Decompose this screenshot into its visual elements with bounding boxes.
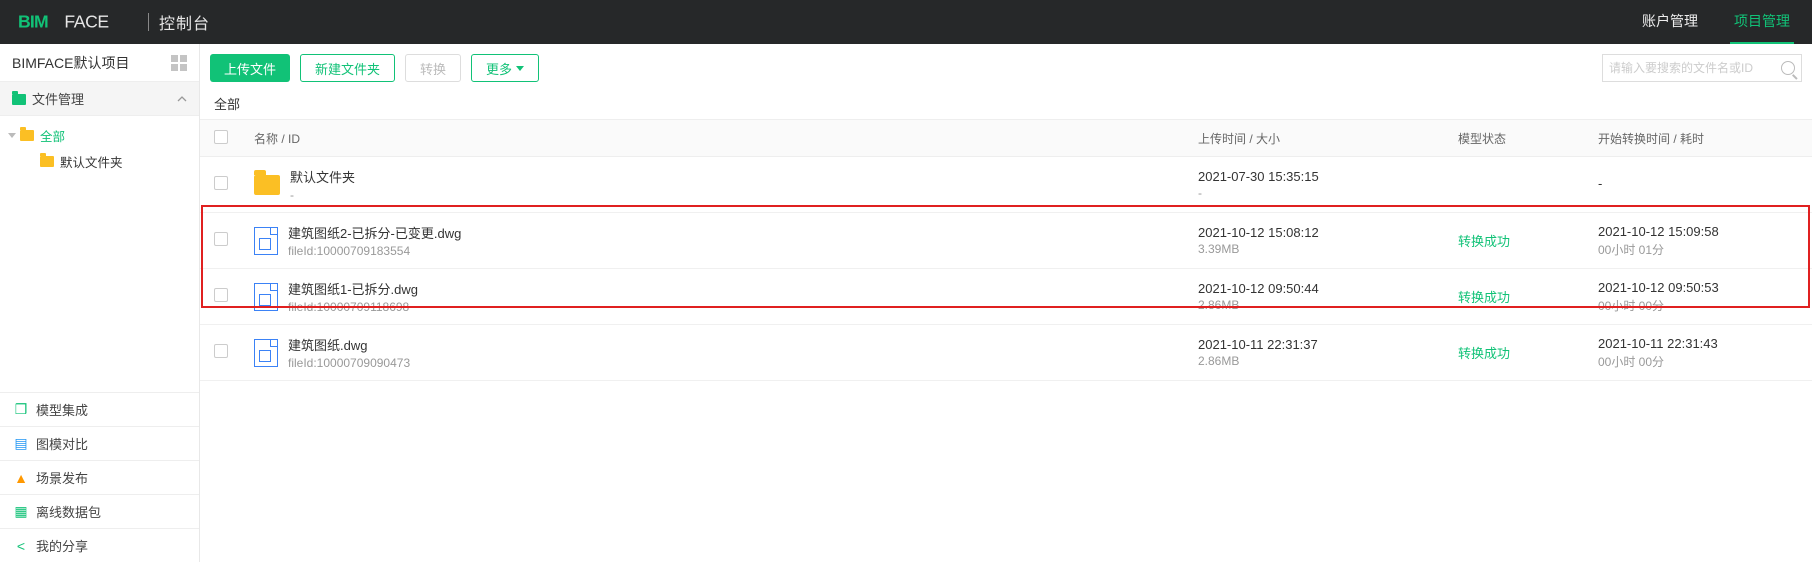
model-status: 转换成功 [1458, 290, 1510, 305]
model-status: 转换成功 [1458, 234, 1510, 249]
convert-duration: 00小时 00分 [1598, 297, 1798, 314]
convert-time: 2021-10-11 22:31:43 [1598, 336, 1798, 351]
convert-time: 2021-10-12 15:09:58 [1598, 224, 1798, 239]
project-name: BIMFACE默认项目 [12, 53, 129, 73]
app-header: BIM FACE 控制台 账户管理 项目管理 [0, 0, 1812, 44]
file-icon [254, 283, 278, 311]
folder-tree: 全部 默认文件夹 [0, 116, 199, 180]
col-name: 名称 / ID [254, 130, 1198, 147]
nav-account[interactable]: 账户管理 [1638, 0, 1702, 44]
new-folder-button[interactable]: 新建文件夹 [300, 54, 395, 82]
sidebar-model-integration[interactable]: ❒模型集成 [0, 392, 199, 426]
upload-button[interactable]: 上传文件 [210, 54, 290, 82]
col-status: 模型状态 [1458, 130, 1598, 147]
file-size: 3.39MB [1198, 242, 1458, 256]
tree-item-all[interactable]: 全部 [0, 122, 199, 148]
file-name: 默认文件夹 [290, 167, 355, 186]
search-wrap [1602, 54, 1802, 82]
warning-icon: ▲ [12, 470, 30, 486]
file-icon [254, 227, 278, 255]
folder-icon [40, 156, 54, 167]
col-conv: 开始转换时间 / 耗时 [1598, 130, 1798, 147]
row-checkbox[interactable] [214, 288, 228, 302]
search-icon[interactable] [1781, 61, 1795, 75]
console-title: 控制台 [159, 10, 210, 34]
package-icon: ▦ [12, 503, 30, 520]
sidebar: BIMFACE默认项目 文件管理 全部 默认文件夹 ❒模型集成 ▤图模对比 ▲场… [0, 44, 200, 562]
svg-text:BIM: BIM [18, 12, 48, 32]
table-row[interactable]: 建筑图纸.dwg fileId:10000709090473 2021-10-11 … [200, 325, 1812, 381]
convert-duration: 00小时 00分 [1598, 353, 1798, 370]
table-body: 默认文件夹 - 2021-07-30 15:35:15 - - 建筑图纸2-已拆分-已变更… [200, 157, 1812, 381]
table-row[interactable]: 建筑图纸1-已拆分.dwg fileId:10000709118698 2021-1… [200, 269, 1812, 325]
file-id: fileId:10000709118698 [288, 300, 418, 314]
chevron-down-icon [516, 66, 524, 71]
sidebar-graph-compare[interactable]: ▤图模对比 [0, 426, 199, 460]
cube-icon: ❒ [12, 401, 30, 418]
select-all-checkbox[interactable] [214, 130, 228, 144]
convert-duration: 00小时 01分 [1598, 241, 1798, 258]
folder-icon [20, 130, 34, 141]
tree-item-default[interactable]: 默认文件夹 [0, 148, 199, 174]
logo-wrap: BIM FACE 控制台 [18, 10, 210, 34]
file-name: 建筑图纸.dwg [288, 335, 410, 354]
folder-icon [12, 94, 26, 105]
compare-icon: ▤ [12, 435, 30, 452]
folder-icon [254, 175, 280, 195]
svg-text:FACE: FACE [64, 12, 108, 32]
sidebar-project-header[interactable]: BIMFACE默认项目 [0, 44, 199, 82]
convert-time: 2021-10-12 09:50:53 [1598, 280, 1798, 295]
breadcrumb[interactable]: 全部 [200, 92, 1812, 119]
more-button[interactable]: 更多 [471, 54, 539, 82]
row-checkbox[interactable] [214, 232, 228, 246]
bimface-logo: BIM FACE [18, 12, 138, 32]
table-row[interactable]: 建筑图纸2-已拆分-已变更.dwg fileId:10000709183554 20… [200, 213, 1812, 269]
row-checkbox[interactable] [214, 344, 228, 358]
file-size: - [1198, 186, 1458, 200]
sidebar-my-share[interactable]: <我的分享 [0, 528, 199, 562]
table-row[interactable]: 默认文件夹 - 2021-07-30 15:35:15 - - [200, 157, 1812, 213]
model-status: 转换成功 [1458, 346, 1510, 361]
file-size: 2.86MB [1198, 298, 1458, 312]
grid-icon[interactable] [171, 55, 187, 71]
file-name: 建筑图纸2-已拆分-已变更.dwg [288, 223, 461, 242]
file-id: - [290, 188, 355, 202]
convert-button: 转换 [405, 54, 461, 82]
col-time: 上传时间 / 大小 [1198, 130, 1458, 147]
upload-time: 2021-10-12 15:08:12 [1198, 225, 1458, 240]
sidebar-file-management[interactable]: 文件管理 [0, 82, 199, 116]
share-icon: < [12, 538, 30, 554]
header-nav: 账户管理 项目管理 [1638, 0, 1794, 44]
sidebar-scene-publish[interactable]: ▲场景发布 [0, 460, 199, 494]
table-header: 名称 / ID 上传时间 / 大小 模型状态 开始转换时间 / 耗时 [200, 119, 1812, 157]
chevron-down-icon [8, 133, 16, 138]
row-checkbox[interactable] [214, 176, 228, 190]
toolbar: 上传文件 新建文件夹 转换 更多 [200, 44, 1812, 92]
file-size: 2.86MB [1198, 354, 1458, 368]
chevron-up-icon [177, 94, 187, 104]
main-panel: 上传文件 新建文件夹 转换 更多 全部 名称 / ID 上传时间 / 大小 模型… [200, 44, 1812, 562]
file-id: fileId:10000709183554 [288, 244, 461, 258]
convert-time: - [1598, 176, 1798, 191]
logo-divider [148, 13, 149, 31]
search-input[interactable] [1609, 61, 1781, 75]
upload-time: 2021-10-11 22:31:37 [1198, 337, 1458, 352]
sidebar-offline-pkg[interactable]: ▦离线数据包 [0, 494, 199, 528]
upload-time: 2021-10-12 09:50:44 [1198, 281, 1458, 296]
file-name: 建筑图纸1-已拆分.dwg [288, 279, 418, 298]
nav-project[interactable]: 项目管理 [1730, 0, 1794, 44]
file-id: fileId:10000709090473 [288, 356, 410, 370]
file-icon [254, 339, 278, 367]
upload-time: 2021-07-30 15:35:15 [1198, 169, 1458, 184]
